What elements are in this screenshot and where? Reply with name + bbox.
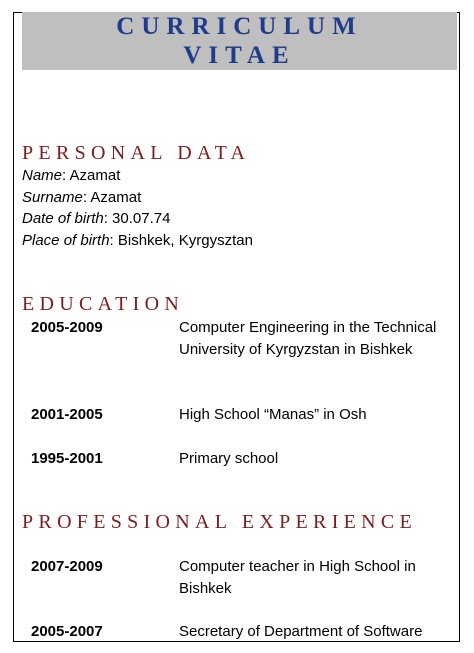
education-years: 2005-2009 [31, 319, 103, 336]
title-banner: CURRICULUM VITAE [22, 12, 457, 70]
personal-field-surname: Surname: Azamat [22, 189, 141, 207]
field-value: : 30.07.74 [103, 210, 171, 227]
field-value: : Azamat [62, 167, 121, 184]
field-label: Place of birth [22, 232, 110, 249]
education-description: High School “Manas” in Osh [179, 406, 367, 423]
section-heading-education: EDUCATION [22, 293, 185, 315]
personal-field-place-of-birth: Place of birth: Bishkek, Kyrgysztan [22, 232, 253, 250]
education-description: Primary school [179, 450, 279, 467]
bottom-rule [13, 641, 460, 642]
title-line-2: VITAE [183, 42, 296, 69]
title-line-1: CURRICULUM [116, 13, 363, 40]
field-label: Name [22, 167, 63, 184]
field-value: : Bishkek, Kyrgysztan [109, 232, 253, 249]
experience-description: Computer teacher in High School in Bishk… [179, 558, 416, 597]
education-years: 2001-2005 [31, 406, 103, 423]
education-description: Computer Engineering in the Technical Un… [179, 319, 437, 358]
personal-field-date-of-birth: Date of birth: 30.07.74 [22, 210, 170, 228]
field-label: Date of birth [22, 210, 104, 227]
experience-years: 2005-2007 [31, 623, 103, 640]
experience-description: Secretary of Department of Software [179, 623, 423, 640]
section-heading-personal-data: PERSONAL DATA [22, 142, 251, 164]
education-years: 1995-2001 [31, 450, 103, 467]
field-label: Surname [22, 189, 83, 206]
section-heading-professional-experience: PROFESSIONAL EXPERIENCE [22, 511, 418, 533]
personal-field-name: Name: Azamat [22, 167, 120, 185]
field-value: : Azamat [82, 189, 142, 206]
experience-years: 2007-2009 [31, 558, 103, 575]
